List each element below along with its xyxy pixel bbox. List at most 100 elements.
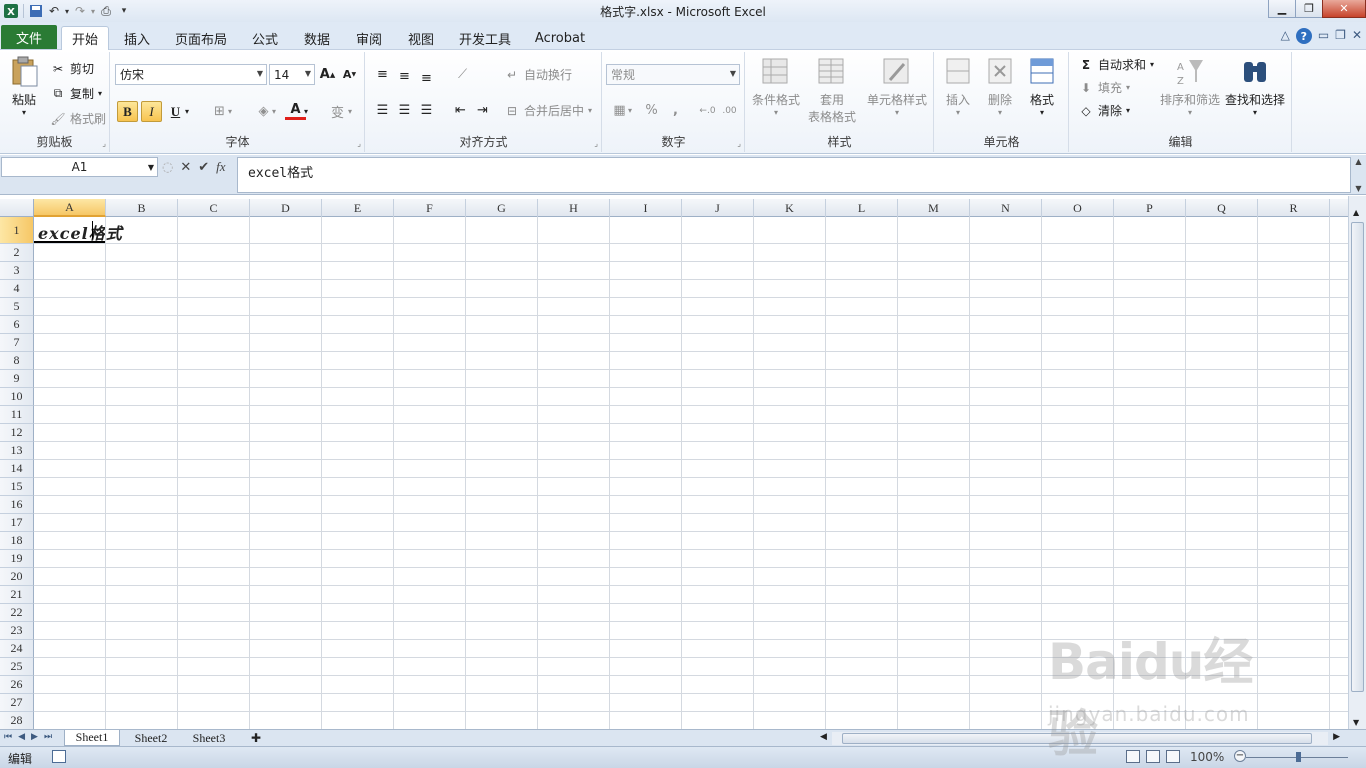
column-header-c[interactable]: C bbox=[178, 199, 250, 217]
zoom-level[interactable]: 100% bbox=[1190, 750, 1224, 764]
vertical-scrollbar[interactable]: ▲ ▼ bbox=[1348, 196, 1366, 729]
decrease-indent-icon[interactable]: ⇤ bbox=[450, 100, 471, 121]
formula-expand-up-icon[interactable]: ▲ bbox=[1355, 157, 1361, 166]
tab-review[interactable]: 审阅 bbox=[348, 26, 390, 50]
phonetic-dropdown-icon[interactable]: ▾ bbox=[345, 101, 355, 122]
row-header-9[interactable]: 9 bbox=[0, 370, 34, 388]
column-header-b[interactable]: B bbox=[106, 199, 178, 217]
row-header-18[interactable]: 18 bbox=[0, 532, 34, 550]
decrease-decimal-icon[interactable]: .00 bbox=[719, 100, 740, 121]
redo-dropdown-icon[interactable]: ▾ bbox=[89, 2, 97, 20]
font-launcher-icon[interactable]: ⌟ bbox=[357, 139, 361, 148]
italic-button[interactable]: I bbox=[141, 101, 162, 122]
row-header-11[interactable]: 11 bbox=[0, 406, 34, 424]
column-header-o[interactable]: O bbox=[1042, 199, 1114, 217]
fill-button[interactable]: ⬇ 填充 ▾ bbox=[1078, 79, 1130, 96]
confirm-entry-icon[interactable]: ✔ bbox=[198, 160, 209, 175]
autosum-dropdown-icon[interactable]: ▾ bbox=[1150, 60, 1154, 69]
align-right-icon[interactable]: ☰ bbox=[416, 100, 437, 121]
insert-sheet-icon[interactable]: ✚ bbox=[242, 730, 270, 746]
worksheet-grid[interactable]: ABCDEFGHIJKLMNOPQR 1 2 3 4 5 6 7 8 9 10 11 12 13 14 15… bbox=[0, 199, 1348, 729]
column-header-r[interactable]: R bbox=[1258, 199, 1330, 217]
font-name-dropdown-icon[interactable]: ▼ bbox=[257, 69, 263, 78]
column-header-i[interactable]: I bbox=[610, 199, 682, 217]
font-size-combo[interactable]: 14 ▼ bbox=[269, 64, 315, 85]
row-header-13[interactable]: 13 bbox=[0, 442, 34, 460]
sheet-tab-1[interactable]: Sheet1 bbox=[64, 730, 120, 746]
merge-center-button[interactable]: ⊟ 合并后居中 ▾ bbox=[504, 102, 592, 119]
macro-record-icon[interactable] bbox=[52, 750, 66, 763]
doc-close-icon[interactable]: ✕ bbox=[1352, 28, 1362, 44]
cell-styles-button[interactable]: 单元格样式 ▾ bbox=[864, 56, 930, 117]
column-header-q[interactable]: Q bbox=[1186, 199, 1258, 217]
row-header-1[interactable]: 1 bbox=[0, 217, 34, 244]
doc-minimize-icon[interactable]: ▭ bbox=[1318, 28, 1329, 44]
tab-insert[interactable]: 插入 bbox=[116, 26, 158, 50]
column-header-e[interactable]: E bbox=[322, 199, 394, 217]
currency-dropdown-icon[interactable]: ▾ bbox=[625, 100, 635, 121]
excel-logo-icon[interactable]: X bbox=[2, 2, 20, 20]
row-header-7[interactable]: 7 bbox=[0, 334, 34, 352]
fill-color-dropdown-icon[interactable]: ▾ bbox=[269, 101, 279, 122]
comma-icon[interactable]: , bbox=[665, 100, 686, 121]
undo-dropdown-icon[interactable]: ▾ bbox=[63, 2, 71, 20]
paste-dropdown-icon[interactable]: ▾ bbox=[22, 108, 26, 117]
cancel-entry-icon[interactable]: ✕ bbox=[180, 160, 191, 175]
minimize-button[interactable]: ▁ bbox=[1268, 0, 1296, 18]
orientation-icon[interactable]: ⟋ bbox=[452, 64, 473, 85]
select-all-corner[interactable] bbox=[0, 199, 34, 217]
insert-function-icon[interactable]: fx bbox=[216, 159, 225, 175]
cut-button[interactable]: ✂ 剪切 bbox=[50, 60, 94, 77]
column-header-h[interactable]: H bbox=[538, 199, 610, 217]
format-painter-button[interactable]: 🖌 格式刷 bbox=[50, 110, 106, 127]
row-header-16[interactable]: 16 bbox=[0, 496, 34, 514]
row-header-8[interactable]: 8 bbox=[0, 352, 34, 370]
row-header-15[interactable]: 15 bbox=[0, 478, 34, 496]
row-header-22[interactable]: 22 bbox=[0, 604, 34, 622]
formula-input[interactable]: excel格式 bbox=[237, 157, 1351, 193]
column-header-f[interactable]: F bbox=[394, 199, 466, 217]
number-launcher-icon[interactable]: ⌟ bbox=[737, 139, 741, 148]
column-header-m[interactable]: M bbox=[898, 199, 970, 217]
row-header-14[interactable]: 14 bbox=[0, 460, 34, 478]
format-as-table-button[interactable]: 套用 表格格式 bbox=[804, 56, 860, 125]
redo-icon[interactable]: ↷ bbox=[71, 2, 89, 20]
bold-button[interactable]: B bbox=[117, 101, 138, 122]
doc-restore-icon[interactable]: ❐ bbox=[1335, 28, 1346, 44]
wrap-text-button[interactable]: ↵ 自动换行 bbox=[504, 66, 572, 83]
tab-page-layout[interactable]: 页面布局 bbox=[168, 26, 234, 50]
maximize-button[interactable]: ❐ bbox=[1295, 0, 1323, 18]
row-header-5[interactable]: 5 bbox=[0, 298, 34, 316]
undo-icon[interactable]: ↶ bbox=[45, 2, 63, 20]
next-sheet-icon[interactable]: ▶ bbox=[31, 732, 38, 742]
row-header-4[interactable]: 4 bbox=[0, 280, 34, 298]
column-header-l[interactable]: L bbox=[826, 199, 898, 217]
find-select-button[interactable]: 查找和选择 ▾ bbox=[1222, 56, 1288, 117]
column-header-n[interactable]: N bbox=[970, 199, 1042, 217]
font-name-combo[interactable]: 仿宋 ▼ bbox=[115, 64, 267, 85]
number-format-dropdown-icon[interactable]: ▼ bbox=[730, 69, 736, 78]
row-header-23[interactable]: 23 bbox=[0, 622, 34, 640]
row-header-20[interactable]: 20 bbox=[0, 568, 34, 586]
shrink-font-button[interactable]: A ▼ bbox=[339, 64, 360, 85]
name-box-dropdown-icon[interactable]: ▼ bbox=[148, 163, 154, 172]
sheet-tab-3[interactable]: Sheet3 bbox=[182, 730, 236, 746]
horizontal-scroll-thumb[interactable] bbox=[842, 733, 1312, 744]
scroll-down-icon[interactable]: ▼ bbox=[1353, 718, 1359, 727]
row-header-27[interactable]: 27 bbox=[0, 694, 34, 712]
row-header-25[interactable]: 25 bbox=[0, 658, 34, 676]
column-header-k[interactable]: K bbox=[754, 199, 826, 217]
minimize-ribbon-icon[interactable]: △ bbox=[1281, 28, 1290, 44]
row-header-2[interactable]: 2 bbox=[0, 244, 34, 262]
tab-data[interactable]: 数据 bbox=[296, 26, 338, 50]
vertical-scroll-thumb[interactable] bbox=[1351, 222, 1364, 692]
clear-dropdown-icon[interactable]: ▾ bbox=[1126, 106, 1130, 115]
scroll-right-icon[interactable]: ▶ bbox=[1333, 732, 1340, 742]
font-size-dropdown-icon[interactable]: ▼ bbox=[305, 69, 311, 78]
fill-dropdown-icon[interactable]: ▾ bbox=[1126, 83, 1130, 92]
column-header-d[interactable]: D bbox=[250, 199, 322, 217]
grow-font-button[interactable]: A ▲ bbox=[317, 64, 338, 85]
sort-filter-button[interactable]: AZ 排序和筛选 ▾ bbox=[1158, 56, 1222, 117]
alignment-launcher-icon[interactable]: ⌟ bbox=[594, 139, 598, 148]
row-header-17[interactable]: 17 bbox=[0, 514, 34, 532]
